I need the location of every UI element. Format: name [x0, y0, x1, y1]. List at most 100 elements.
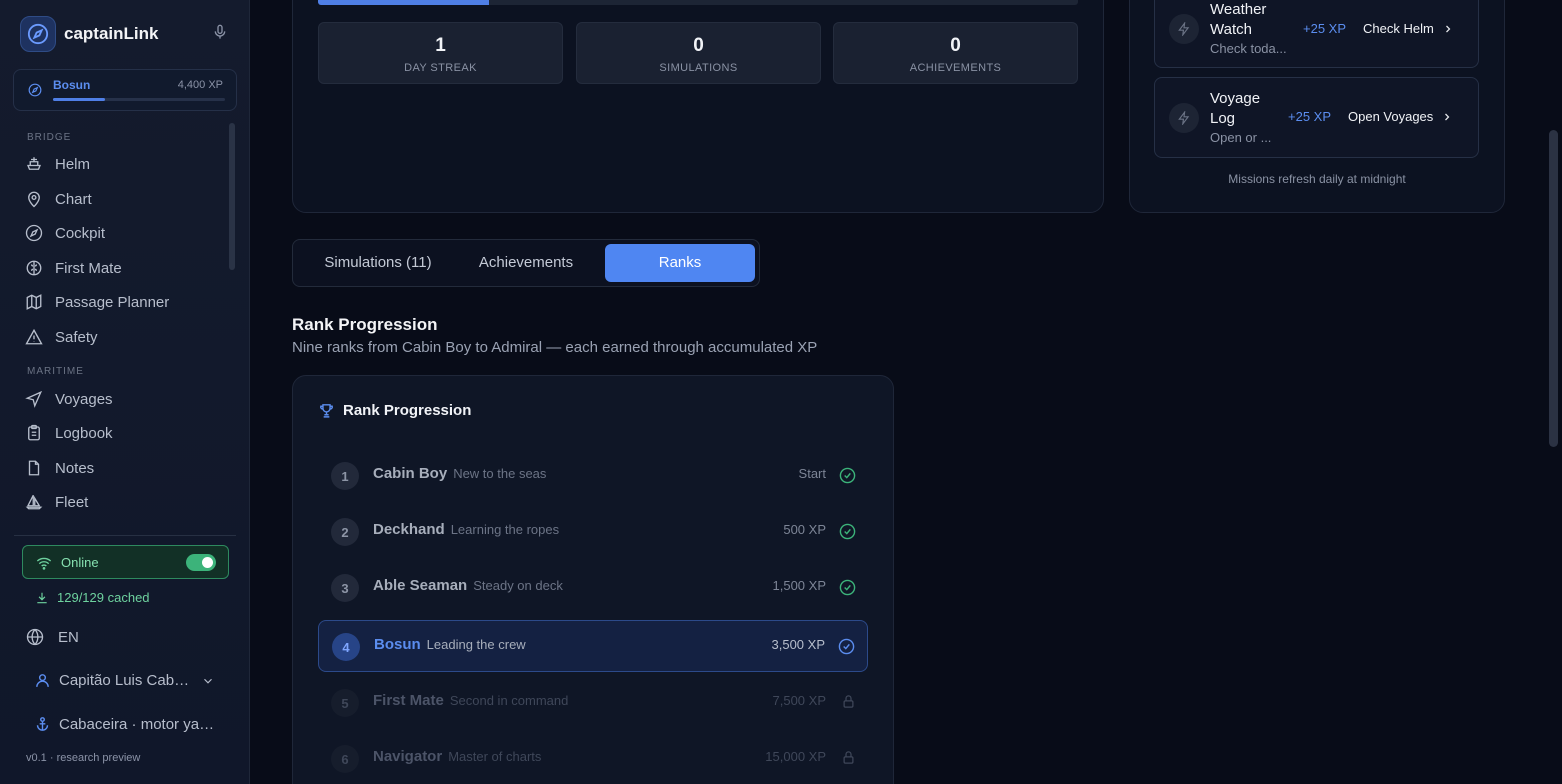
warning-icon [25, 328, 43, 345]
stat-value: 0 [693, 35, 704, 56]
rank-title: Able Seaman Steady on deck [373, 577, 563, 594]
sidebar-item-helm[interactable]: Helm [25, 152, 90, 176]
ship-wheel-icon [27, 157, 41, 170]
rank-xp: 15,000 XP [765, 749, 826, 764]
rank-desc: Steady on deck [473, 578, 563, 593]
rank-name: Cabin Boy [373, 465, 448, 482]
globe-icon [26, 628, 44, 646]
brain-icon [26, 260, 42, 276]
rank-progress-fill [53, 98, 105, 101]
rank-row: 3 Able Seaman Steady on deck 1,500 XP [318, 562, 868, 614]
cache-status: 129/129 cached [35, 590, 150, 605]
sailboat-icon [25, 494, 43, 510]
rank-number: 2 [331, 518, 359, 546]
sidebar-item-cockpit[interactable]: Cockpit [25, 221, 105, 245]
stat-day-streak: 1 DAY STREAK [318, 22, 563, 84]
toggle-knob [202, 557, 213, 568]
sidebar-item-logbook[interactable]: Logbook [25, 421, 113, 445]
sidebar-item-label: Passage Planner [55, 293, 170, 311]
mission-action-label: Check Helm [1363, 21, 1434, 36]
rank-row: 5 First Mate Second in command 7,500 XP [318, 677, 868, 729]
mission-voyage-log[interactable]: Voyage Log Open or ... +25 XP Open Voyag… [1154, 77, 1479, 158]
mission-xp: +25 XP [1303, 21, 1347, 36]
user-menu[interactable]: Capitão Luis Cabaceira [34, 672, 219, 689]
cache-label: 129/129 cached [57, 590, 150, 605]
language-label: EN [58, 628, 79, 646]
sidebar-item-label: Helm [55, 155, 91, 173]
tab-simulations[interactable]: Simulations (11) [303, 244, 453, 282]
sidebar-item-first-mate[interactable]: First Mate [25, 256, 122, 280]
sidebar-item-label: Notes [55, 459, 95, 477]
microphone-icon[interactable] [212, 24, 228, 40]
lock-icon [843, 695, 854, 708]
mission-desc: Open or ... [1210, 130, 1272, 145]
missions-refresh-note: Missions refresh daily at midnight [1228, 172, 1406, 186]
mission-title: Weather Watch [1210, 1, 1267, 38]
chevron-right-icon [1445, 113, 1450, 120]
sidebar-item-safety[interactable]: Safety [25, 325, 98, 349]
rank-number: 4 [332, 633, 360, 661]
tab-achievements[interactable]: Achievements [459, 244, 593, 282]
compass-icon [25, 224, 43, 242]
sidebar-item-voyages[interactable]: Voyages [25, 387, 113, 411]
tab-ranks[interactable]: Ranks [605, 244, 755, 282]
sidebar-item-notes[interactable]: Notes [25, 456, 94, 480]
xp-progress-bar [318, 0, 1078, 5]
rank-title: First Mate Second in command [373, 692, 568, 709]
vessel-selector[interactable]: Cabaceira · motor yacht [34, 716, 219, 733]
current-rank-icon [838, 638, 855, 655]
rank-progress-bar [53, 98, 225, 101]
mission-weather-watch[interactable]: Weather Watch Check toda... +25 XP Check… [1154, 0, 1479, 68]
section-label-maritime: MARITIME [27, 366, 84, 377]
sidebar-item-passage-planner[interactable]: Passage Planner [25, 290, 169, 314]
rank-xp: 1,500 XP [772, 578, 827, 593]
sidebar-item-chart[interactable]: Chart [25, 187, 92, 211]
rank-row-current: 4 Bosun Leading the crew 3,500 XP [318, 620, 868, 672]
user-name: Capitão Luis Cabaceira [59, 672, 191, 689]
sidebar-item-fleet[interactable]: Fleet [25, 490, 88, 514]
rank-number: 5 [331, 689, 359, 717]
brand[interactable]: captainLink [20, 16, 158, 52]
section-title: Rank Progression [292, 315, 438, 334]
map-pin-icon [28, 191, 40, 208]
trophy-icon [320, 404, 333, 418]
rank-number: 6 [331, 745, 359, 773]
rank-title: Deckhand Learning the ropes [373, 521, 559, 538]
rank-name: Deckhand [373, 521, 445, 538]
anchor-icon [36, 717, 49, 731]
clipboard-icon [28, 424, 40, 441]
page-scrollbar[interactable] [1549, 130, 1558, 447]
rank-row: 1 Cabin Boy New to the seas Start [318, 450, 868, 502]
mission-title: Voyage Log [1210, 90, 1261, 127]
check-circle-icon [839, 579, 856, 596]
sidebar-scrollbar[interactable] [229, 123, 235, 270]
stat-value: 0 [950, 35, 961, 56]
download-icon [37, 592, 47, 603]
open-voyages-button[interactable]: Open Voyages [1348, 109, 1453, 124]
rank-title: Cabin Boy New to the seas [373, 465, 546, 482]
tab-bar: Simulations (11) Achievements Ranks [292, 239, 760, 287]
rank-card[interactable]: Bosun 4,400 XP [13, 69, 237, 111]
rank-xp: 500 XP [783, 522, 826, 537]
online-status[interactable]: Online [22, 545, 229, 579]
stat-value: 1 [435, 35, 446, 56]
online-toggle[interactable] [186, 554, 216, 571]
lightning-icon [1169, 103, 1199, 133]
rank-row: 6 Navigator Master of charts 15,000 XP [318, 733, 868, 784]
rank-xp: 7,500 XP [772, 693, 827, 708]
sidebar-item-label: Safety [55, 328, 98, 346]
map-icon [26, 294, 42, 310]
sidebar-item-label: Chart [55, 190, 92, 208]
rank-desc: Learning the ropes [450, 522, 560, 537]
chevron-down-icon [204, 678, 212, 684]
sidebar-item-label: Cockpit [55, 224, 106, 242]
check-helm-button[interactable]: Check Helm [1363, 21, 1454, 36]
brand-name: captainLink [64, 24, 159, 43]
rank-number: 3 [331, 574, 359, 602]
mission-xp: +25 XP [1288, 109, 1332, 124]
mission-desc: Check toda... [1210, 41, 1287, 56]
sidebar-item-label: First Mate [55, 259, 122, 277]
rank-number: 1 [331, 462, 359, 490]
language-selector[interactable]: EN [26, 628, 79, 646]
rank-xp: 4,400 XP [177, 79, 223, 91]
